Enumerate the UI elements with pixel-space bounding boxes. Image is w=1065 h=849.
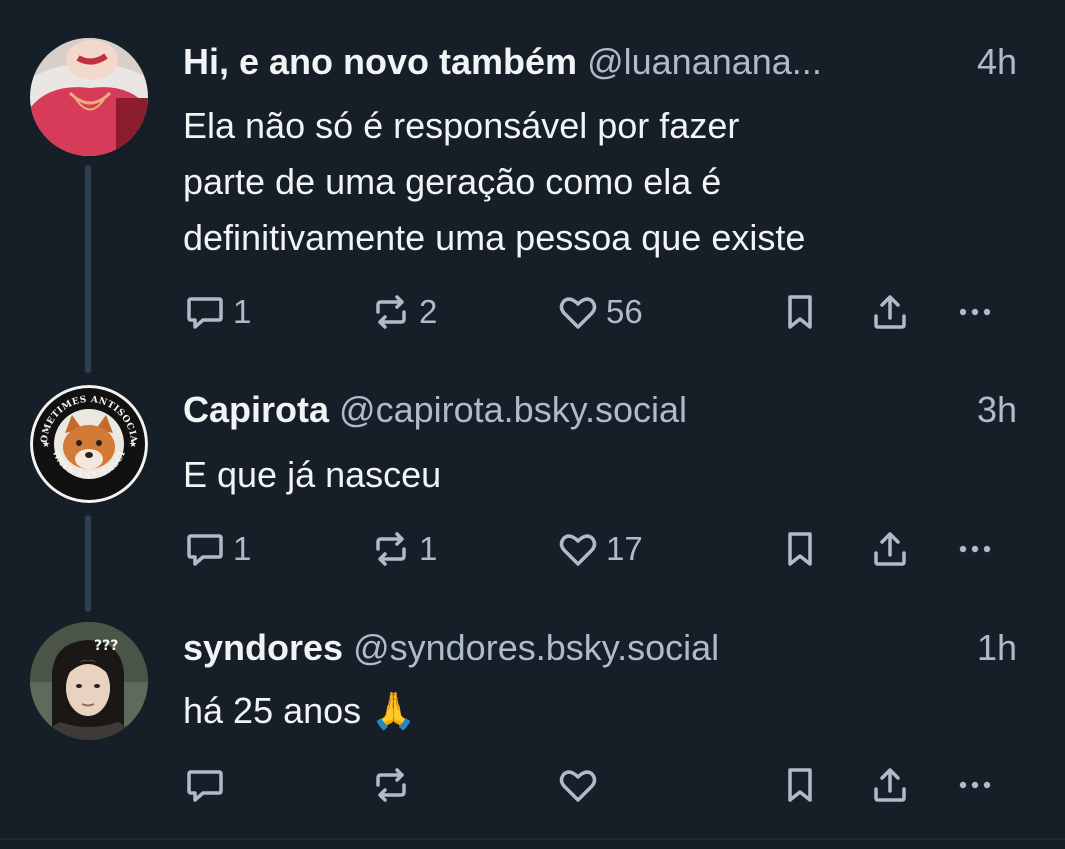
post-actions: 1 2 56 [183,290,1033,334]
like-icon [559,770,597,802]
share-button[interactable] [868,527,912,571]
post-actions: 1 1 17 [183,527,1033,571]
post-text-line: definitivamente uma pessoa que existe [183,217,806,258]
more-icon [959,308,991,316]
avatar-badge-text: ??? [94,638,118,654]
post-text: Ela não só é responsável por fazer parte… [183,98,1005,266]
divider [0,838,1065,840]
like-count: 56 [606,293,643,330]
post-text: há 25 anos 🙏 [183,683,1005,739]
share-icon [874,295,906,329]
bookmark-icon [788,295,812,329]
fox-badge-avatar-icon: SOMETIMES ANTISOCIAL ALWAYS ANTIFASCIST … [30,385,148,503]
more-icon [959,781,991,789]
avatar[interactable]: SOMETIMES ANTISOCIAL ALWAYS ANTIFASCIST … [30,385,148,503]
post-actions [183,763,1033,807]
bookmark-icon [788,768,812,802]
reply-icon [187,770,223,802]
reply-button[interactable]: 1 [183,527,251,571]
post-text-line: parte de uma geração como ela é [183,161,722,202]
thread-feed: Hi, e ano novo também @luananana... 4h E… [0,0,1065,849]
bookmark-icon [788,532,812,566]
share-icon [874,768,906,802]
bookmark-button[interactable] [778,763,822,807]
like-button[interactable]: 17 [556,527,643,571]
post-text-line: E que já nasceu [183,454,442,495]
handle[interactable]: @syndores.bsky.social [353,627,719,668]
more-options-button[interactable] [953,527,997,571]
post-header: Capirota @capirota.bsky.social 3h [183,385,1017,435]
more-icon [959,545,991,553]
thread-line [85,515,91,612]
repost-button[interactable]: 2 [369,290,437,334]
more-options-button[interactable] [953,763,997,807]
like-button[interactable] [556,763,606,807]
reply-icon [187,297,223,329]
svg-text:★: ★ [42,439,50,449]
like-icon [559,534,597,566]
repost-button[interactable]: 1 [369,527,437,571]
like-icon [559,297,597,329]
bookmark-button[interactable] [778,290,822,334]
display-name[interactable]: Capirota [183,389,329,430]
repost-icon [376,768,406,802]
avatar[interactable] [30,38,148,156]
share-icon [874,532,906,566]
repost-icon [376,532,406,566]
timestamp[interactable]: 1h [977,623,1017,673]
post-text: E que já nasceu [183,447,1005,503]
display-name[interactable]: syndores [183,627,343,668]
reply-icon [187,534,223,566]
repost-icon [376,295,406,329]
reply-count: 1 [233,293,252,330]
avatar[interactable]: ??? [30,622,148,740]
handle[interactable]: @capirota.bsky.social [339,389,687,430]
timestamp[interactable]: 3h [977,385,1017,435]
like-button[interactable]: 56 [556,290,643,334]
share-button[interactable] [868,290,912,334]
more-options-button[interactable] [953,290,997,334]
timestamp[interactable]: 4h [977,37,1017,87]
dark-hair-person-avatar-icon: ??? [30,622,148,740]
bookmark-button[interactable] [778,527,822,571]
post-header: Hi, e ano novo também @luananana... 4h [183,37,1017,87]
repost-button[interactable] [369,763,419,807]
post-text-line: Ela não só é responsável por fazer [183,105,740,146]
handle[interactable]: @luananana... [587,41,822,82]
reply-button[interactable] [183,763,233,807]
like-count: 17 [606,530,643,567]
woman-in-pink-avatar-icon [30,38,148,156]
share-button[interactable] [868,763,912,807]
reply-count: 1 [233,530,252,567]
svg-text:★: ★ [129,439,137,449]
repost-count: 1 [419,530,438,567]
reply-button[interactable]: 1 [183,290,251,334]
display-name[interactable]: Hi, e ano novo também [183,41,577,82]
thread-line [85,165,91,373]
post-text-line: há 25 anos 🙏 [183,690,416,731]
post-header: syndores @syndores.bsky.social 1h [183,623,1017,673]
repost-count: 2 [419,293,438,330]
